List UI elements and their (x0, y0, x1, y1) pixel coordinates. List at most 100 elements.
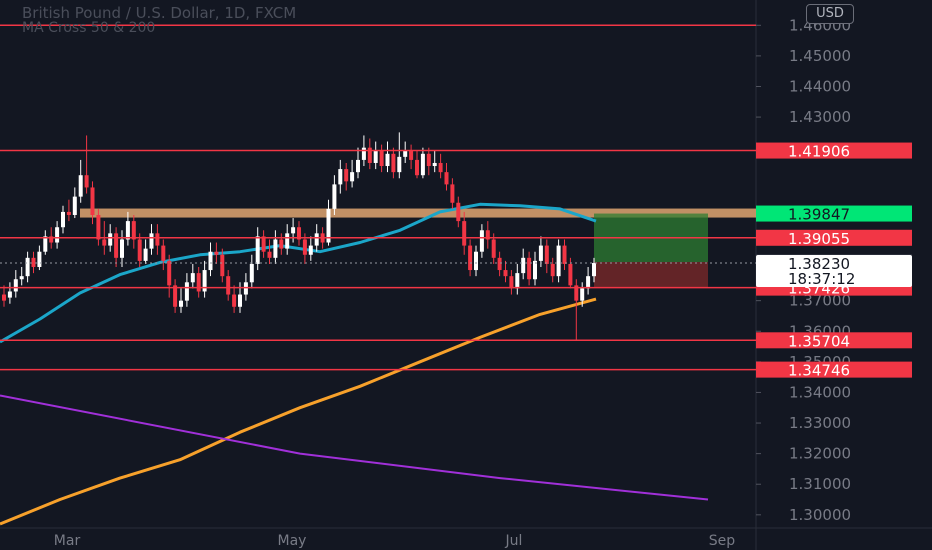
candle (438, 153, 443, 179)
candle (562, 239, 567, 271)
candle-body (438, 162, 443, 173)
candle-body (184, 282, 189, 301)
candle (55, 221, 60, 249)
candle-body (214, 251, 219, 255)
candle (267, 239, 272, 264)
candle-body (279, 239, 284, 249)
current-price-label: 1.3823018:37:12 (756, 255, 912, 288)
candle (474, 245, 478, 277)
currency-button[interactable]: USD (806, 4, 854, 24)
candle (308, 236, 313, 261)
candle-body (586, 276, 591, 289)
candle-body (285, 233, 290, 249)
horizontal-lines-layer (0, 24, 756, 371)
candle-body (308, 245, 313, 255)
candle-body (173, 285, 178, 307)
candle-body (426, 153, 431, 167)
candle-body (503, 270, 508, 277)
candle-body (167, 260, 172, 286)
candle-body (432, 162, 437, 167)
candles-layer (2, 132, 596, 341)
candle-body (7, 291, 12, 298)
candle (297, 221, 301, 246)
loss-zone-box (594, 262, 708, 288)
candle-body (208, 251, 213, 271)
candle-body (415, 159, 419, 176)
price-chart[interactable]: 1.460001.450001.440001.430001.370001.360… (0, 0, 932, 550)
level-label: 1.39055 (756, 229, 912, 248)
candle-body (538, 245, 543, 261)
candle-body (474, 251, 478, 271)
candle (179, 288, 183, 313)
candle (25, 251, 30, 283)
candle (226, 270, 231, 301)
price-labels-layer: 1.419061.390551.374261.357041.347461.398… (756, 142, 912, 380)
candle-body (302, 239, 307, 255)
candle-body (403, 150, 408, 157)
candle-body (592, 263, 596, 277)
candle (544, 239, 549, 274)
candle-body (66, 211, 71, 215)
price-tick-label: 1.45000 (789, 47, 851, 65)
candle (84, 135, 89, 194)
time-tick-label: Jul (505, 533, 523, 549)
ma-200-line (0, 297, 597, 526)
candle (456, 196, 461, 228)
time-tick-label: May (278, 533, 307, 549)
candle (450, 178, 455, 209)
candle-body (350, 172, 355, 182)
candle (415, 150, 419, 179)
candle-body (291, 227, 296, 234)
candle (173, 279, 178, 313)
resistance-zone-label: 1.39847 (756, 205, 912, 224)
candle-body (361, 147, 366, 160)
candle (114, 227, 119, 267)
candle (149, 224, 154, 255)
candle-body (37, 251, 42, 267)
price-tick-label: 1.44000 (789, 77, 851, 95)
bar-countdown: 18:37:12 (788, 270, 855, 288)
candle (432, 150, 437, 173)
level-label-text: 1.41906 (788, 143, 850, 161)
candle-body (344, 169, 349, 182)
candle (155, 224, 160, 255)
candle-body (226, 276, 231, 295)
price-tick-label: 1.33000 (789, 414, 851, 432)
candle (426, 147, 431, 176)
level-label: 1.34746 (756, 361, 912, 380)
candle (533, 251, 537, 286)
candle (538, 236, 543, 267)
candle (409, 144, 414, 170)
candle (249, 254, 254, 289)
candle-body (108, 233, 113, 246)
candle-body (373, 150, 378, 163)
candle-body (397, 156, 402, 173)
candle-body (379, 150, 384, 167)
candle-body (550, 263, 555, 277)
price-tick-label: 1.32000 (789, 445, 851, 463)
candle (161, 239, 166, 271)
candle-body (356, 159, 360, 173)
candle (521, 248, 526, 280)
candle-body (509, 276, 514, 289)
candle (338, 159, 343, 194)
candle-body (521, 257, 526, 274)
candle-body (25, 257, 30, 277)
candle-body (580, 288, 585, 301)
level-label: 1.35704 (756, 332, 912, 350)
candle-body (125, 221, 130, 240)
candle-body (527, 257, 532, 280)
candle (184, 273, 189, 307)
candle-body (149, 233, 154, 249)
candle-body (332, 184, 337, 209)
candle (367, 138, 372, 170)
candle-body (249, 263, 254, 283)
candle-body (143, 248, 148, 261)
candle-body (314, 233, 319, 246)
time-axis[interactable]: Mar May Jul Sep (54, 533, 736, 549)
candle-body (61, 211, 65, 228)
candle (574, 279, 579, 341)
candle (72, 187, 77, 219)
candle-body (220, 254, 225, 277)
candle (420, 147, 425, 179)
